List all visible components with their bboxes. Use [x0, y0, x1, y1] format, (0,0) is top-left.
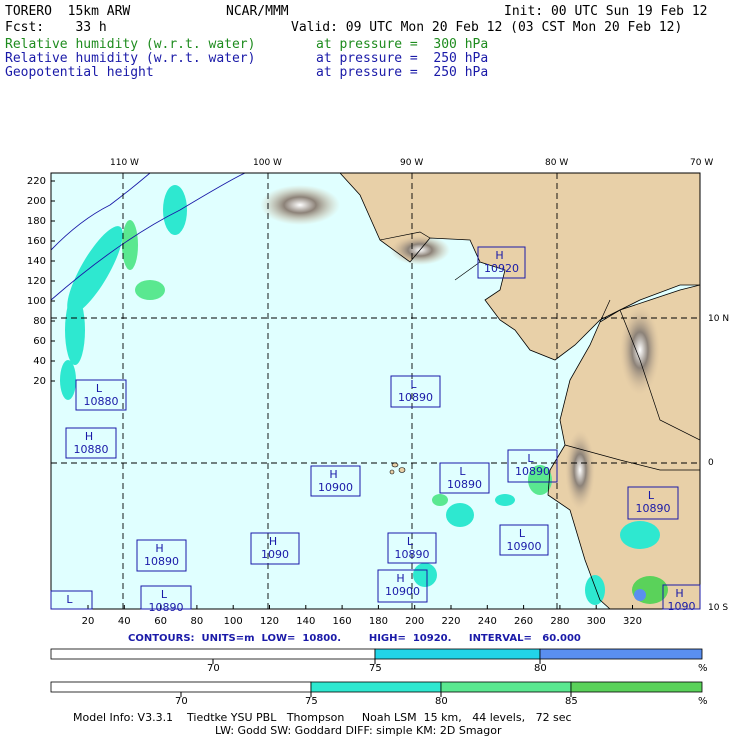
center-value-label: 10890: [395, 548, 430, 561]
model-info-line-2: LW: Godd SW: Goddard DIFF: simple KM: 2D…: [215, 724, 502, 737]
center-type-label: L: [96, 382, 103, 395]
center-value-label: 10920: [484, 262, 519, 275]
left-tick-label: 120: [27, 276, 46, 287]
center-value-label: 10900: [507, 540, 542, 553]
center-type-label: L: [407, 535, 414, 548]
left-tick-label: 40: [33, 356, 46, 367]
center-value-label: 10890: [149, 601, 184, 614]
center-type-label: H: [155, 542, 163, 555]
center-type-label: L: [648, 489, 655, 502]
bottom-tick-label: 180: [369, 616, 388, 627]
center-value-label: 1090: [668, 600, 696, 613]
colorbar-1-seg-3: [539, 648, 703, 660]
bottom-tick-label: 80: [191, 616, 204, 627]
center-type-label: L: [66, 593, 73, 606]
colorbar-2-tick-70: 70: [175, 696, 188, 707]
center-value-label: 10900: [385, 585, 420, 598]
bottom-tick-label: 20: [82, 616, 95, 627]
left-tick-label: 20: [33, 376, 46, 387]
left-tick-label: 140: [27, 256, 46, 267]
center-value-label: 10890: [515, 465, 550, 478]
colorbar-1-seg-2: [374, 648, 541, 660]
colorbar-1-tick-80: 80: [534, 663, 547, 674]
center-type-label: H: [269, 535, 277, 548]
colorbar-1-tick-75: 75: [369, 663, 382, 674]
left-tick-label: 80: [33, 316, 46, 327]
center-type-label: L: [527, 452, 534, 465]
left-tick-label: 60: [33, 336, 46, 347]
model-info-line-1: Model Info: V3.3.1 Tiedtke YSU PBL Thomp…: [73, 711, 572, 724]
center-value-label: 1090: [261, 548, 289, 561]
bottom-tick-label: 260: [514, 616, 533, 627]
colorbar-2-tick-75: 75: [305, 696, 318, 707]
weather-map: 220 200 180 160 140 120 100 80 60 40 20 20 40 60 80 10…: [27, 172, 701, 627]
bottom-tick-label: 40: [118, 616, 131, 627]
center-type-label: H: [85, 430, 93, 443]
colorbar-2-unit: %: [698, 696, 708, 707]
center-type-label: H: [329, 468, 337, 481]
mountain-shading-mexico: [260, 185, 340, 225]
bottom-tick-label: 200: [405, 616, 424, 627]
colorbar-2-seg-1: [50, 681, 312, 693]
center-value-label: 10900: [318, 481, 353, 494]
colorbar-1-tick-70: 70: [207, 663, 220, 674]
center-value-label: 10890: [144, 555, 179, 568]
center-type-label: L: [410, 378, 417, 391]
colorbar-2-seg-4: [570, 681, 703, 693]
center-type-label: H: [495, 249, 503, 262]
colorbar-2-seg-2: [310, 681, 442, 693]
left-tick-label: 100: [27, 296, 46, 307]
colorbar-2-seg-3: [440, 681, 572, 693]
colorbar-2-tick-80: 80: [435, 696, 448, 707]
center-value-label: 10890: [398, 391, 433, 404]
center-type-label: H: [396, 572, 404, 585]
bottom-tick-label: 120: [260, 616, 279, 627]
bottom-tick-label: 240: [478, 616, 497, 627]
bottom-tick-label: 160: [333, 616, 352, 627]
center-value-label: 10890: [447, 478, 482, 491]
bottom-tick-label: 300: [587, 616, 606, 627]
center-value-label: 10890: [636, 502, 671, 515]
bottom-tick-label: 140: [296, 616, 315, 627]
center-value-label: 10880: [84, 395, 119, 408]
mountain-shading-andes-north: [620, 305, 660, 395]
colorbar-1-seg-1: [50, 648, 376, 660]
center-value-label: 10880: [74, 443, 109, 456]
bottom-tick-label: 100: [224, 616, 243, 627]
colorbar-2-tick-85: 85: [565, 696, 578, 707]
center-type-label: L: [459, 465, 466, 478]
colorbar-1-unit: %: [698, 663, 708, 674]
center-type-label: H: [675, 587, 683, 600]
colorbar-300hpa: [50, 681, 703, 697]
bottom-tick-label: 280: [550, 616, 569, 627]
bottom-tick-label: 60: [154, 616, 167, 627]
left-tick-label: 220: [27, 176, 46, 187]
bottom-tick-label: 320: [623, 616, 642, 627]
center-type-label: L: [161, 588, 168, 601]
mountain-shading-andes-south: [565, 430, 595, 510]
left-tick-label: 160: [27, 236, 46, 247]
contours-info: CONTOURS: UNITS=m LOW= 10800. HIGH= 1092…: [128, 633, 581, 644]
left-tick-label: 180: [27, 216, 46, 227]
bottom-tick-label: 220: [441, 616, 460, 627]
center-type-label: L: [519, 527, 526, 540]
left-tick-label: 200: [27, 196, 46, 207]
